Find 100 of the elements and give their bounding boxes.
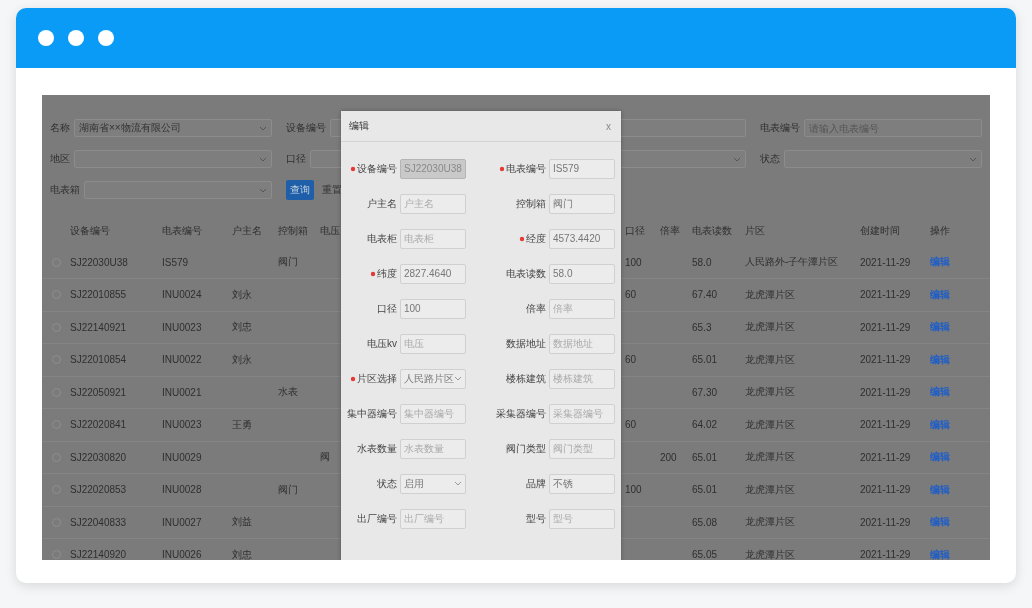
table-cell: 58.0 [692, 256, 712, 268]
field-label: 型号 [526, 511, 546, 526]
table-cell: 阀门 [278, 483, 298, 495]
table-cell: 2021-11-29 [860, 484, 911, 496]
select-field[interactable]: 人民路片区 [400, 368, 466, 389]
caret-icon [454, 376, 462, 381]
field-label: 口径 [377, 301, 397, 316]
filter-label: 设备编号 [286, 121, 326, 135]
table-cell: 64.02 [692, 419, 718, 431]
table-cell: 100 [625, 484, 642, 496]
input-field[interactable]: 不锈 [549, 473, 615, 494]
filter-select[interactable] [784, 150, 982, 168]
search-button[interactable]: 查询 [286, 180, 314, 200]
column-header: 倍率 [660, 223, 681, 238]
table-cell: INU0023 [162, 321, 202, 333]
caret-icon [733, 156, 741, 162]
table-cell: 2021-11-29 [860, 549, 911, 560]
table-cell: SJ22140920 [70, 549, 127, 560]
input-field[interactable]: 阀门 [549, 193, 615, 214]
column-header: 电表读数 [692, 223, 733, 238]
table-cell: 2021-11-29 [860, 451, 911, 463]
table-cell: 67.40 [692, 289, 718, 301]
table-cell: 王勇 [232, 418, 252, 430]
table-cell: 2021-11-29 [860, 289, 911, 301]
table-cell: SJ22020841 [70, 419, 127, 431]
caret-icon [454, 481, 462, 486]
table-cell: 2021-11-29 [860, 386, 911, 398]
table-cell: 65.01 [692, 451, 718, 463]
close-button[interactable]: x [604, 120, 613, 132]
table-cell: SJ22010854 [70, 354, 127, 366]
field-label: 片区选择 [357, 371, 397, 386]
table-cell: IS579 [162, 256, 189, 268]
filter-label: 电表编号 [760, 121, 800, 135]
table-cell: INU0021 [162, 386, 202, 398]
column-header: 设备编号 [70, 223, 111, 238]
input-field[interactable]: 楼栋建筑 [549, 368, 615, 389]
table-cell: 刘忠 [232, 548, 252, 560]
filter-label: 电表箱 [50, 183, 80, 197]
filter-select[interactable] [74, 150, 272, 168]
input-field[interactable]: 100 [400, 298, 466, 319]
table-cell: 人民路外-子午潭片区 [745, 256, 839, 268]
field-label: 设备编号 [357, 161, 397, 176]
table-cell: INU0024 [162, 289, 202, 301]
table-cell: 龙虎潭片区 [745, 353, 795, 365]
column-header: 户主名 [232, 223, 263, 238]
table-cell: 龙虎潭片区 [745, 288, 795, 300]
table-cell: INU0022 [162, 354, 202, 366]
caret-icon [259, 125, 267, 131]
table-cell: 水表 [278, 386, 298, 398]
table-cell: 刘益 [232, 516, 252, 528]
table-cell: 阀 [320, 451, 330, 463]
select-field[interactable]: 启用 [400, 473, 466, 494]
table-cell: 刘永 [232, 288, 252, 300]
table-cell: 2021-11-29 [860, 516, 911, 528]
table-cell: 龙虎潭片区 [745, 548, 795, 560]
caret-icon [969, 156, 977, 162]
field-label: 状态 [377, 476, 397, 491]
input-field[interactable]: 4573.4420 [549, 228, 615, 249]
table-cell: INU0023 [162, 419, 202, 431]
input-field[interactable]: 倍率 [549, 298, 615, 319]
dialog-title: 编辑 [349, 119, 369, 133]
table-cell: SJ22040833 [70, 516, 127, 528]
table-cell: 龙虎潭片区 [745, 483, 795, 495]
field-label: 采集器编号 [496, 406, 546, 421]
field-label: 电压kv [367, 336, 397, 351]
table-cell: INU0027 [162, 516, 202, 528]
filter-select[interactable] [84, 181, 272, 199]
table-cell: 龙虎潭片区 [745, 386, 795, 398]
input-field[interactable]: IS579 [549, 158, 615, 179]
table-cell: SJ22020853 [70, 484, 127, 496]
field-label: 阀门类型 [506, 441, 546, 456]
caret-icon [259, 187, 267, 193]
table-cell: SJ22030U38 [70, 256, 128, 268]
table-cell: 100 [625, 256, 642, 268]
table-cell: 200 [660, 451, 677, 463]
filter-label: 口径 [286, 152, 306, 166]
field-label: 品牌 [526, 476, 546, 491]
field-label: 出厂编号 [357, 511, 397, 526]
table-cell: 2021-11-29 [860, 321, 911, 333]
field-label: 纬度 [377, 266, 397, 281]
table-cell: 60 [625, 419, 637, 431]
table-cell: 龙虎潭片区 [745, 451, 795, 463]
table-cell: INU0029 [162, 451, 202, 463]
input-field[interactable]: 电表柜 [400, 228, 466, 249]
table-cell: 65.01 [692, 354, 718, 366]
table-cell: SJ22140921 [70, 321, 127, 333]
input-field[interactable]: 2827.4640 [400, 263, 466, 284]
field-label: 电表读数 [506, 266, 546, 281]
field-label: 控制箱 [516, 196, 546, 211]
table-cell: 65.3 [692, 321, 712, 333]
window-dot-icon [68, 30, 84, 46]
field-label: 电表编号 [506, 161, 546, 176]
table-cell: 60 [625, 289, 637, 301]
window-dot-icon [38, 30, 54, 46]
filter-select[interactable]: 湖南省××物流有限公司 [74, 119, 272, 137]
caret-icon [259, 156, 267, 162]
input-field[interactable]: 58.0 [549, 263, 615, 284]
column-header: 电表编号 [162, 223, 203, 238]
field-label: 倍率 [526, 301, 546, 316]
table-cell: 刘忠 [232, 321, 252, 333]
